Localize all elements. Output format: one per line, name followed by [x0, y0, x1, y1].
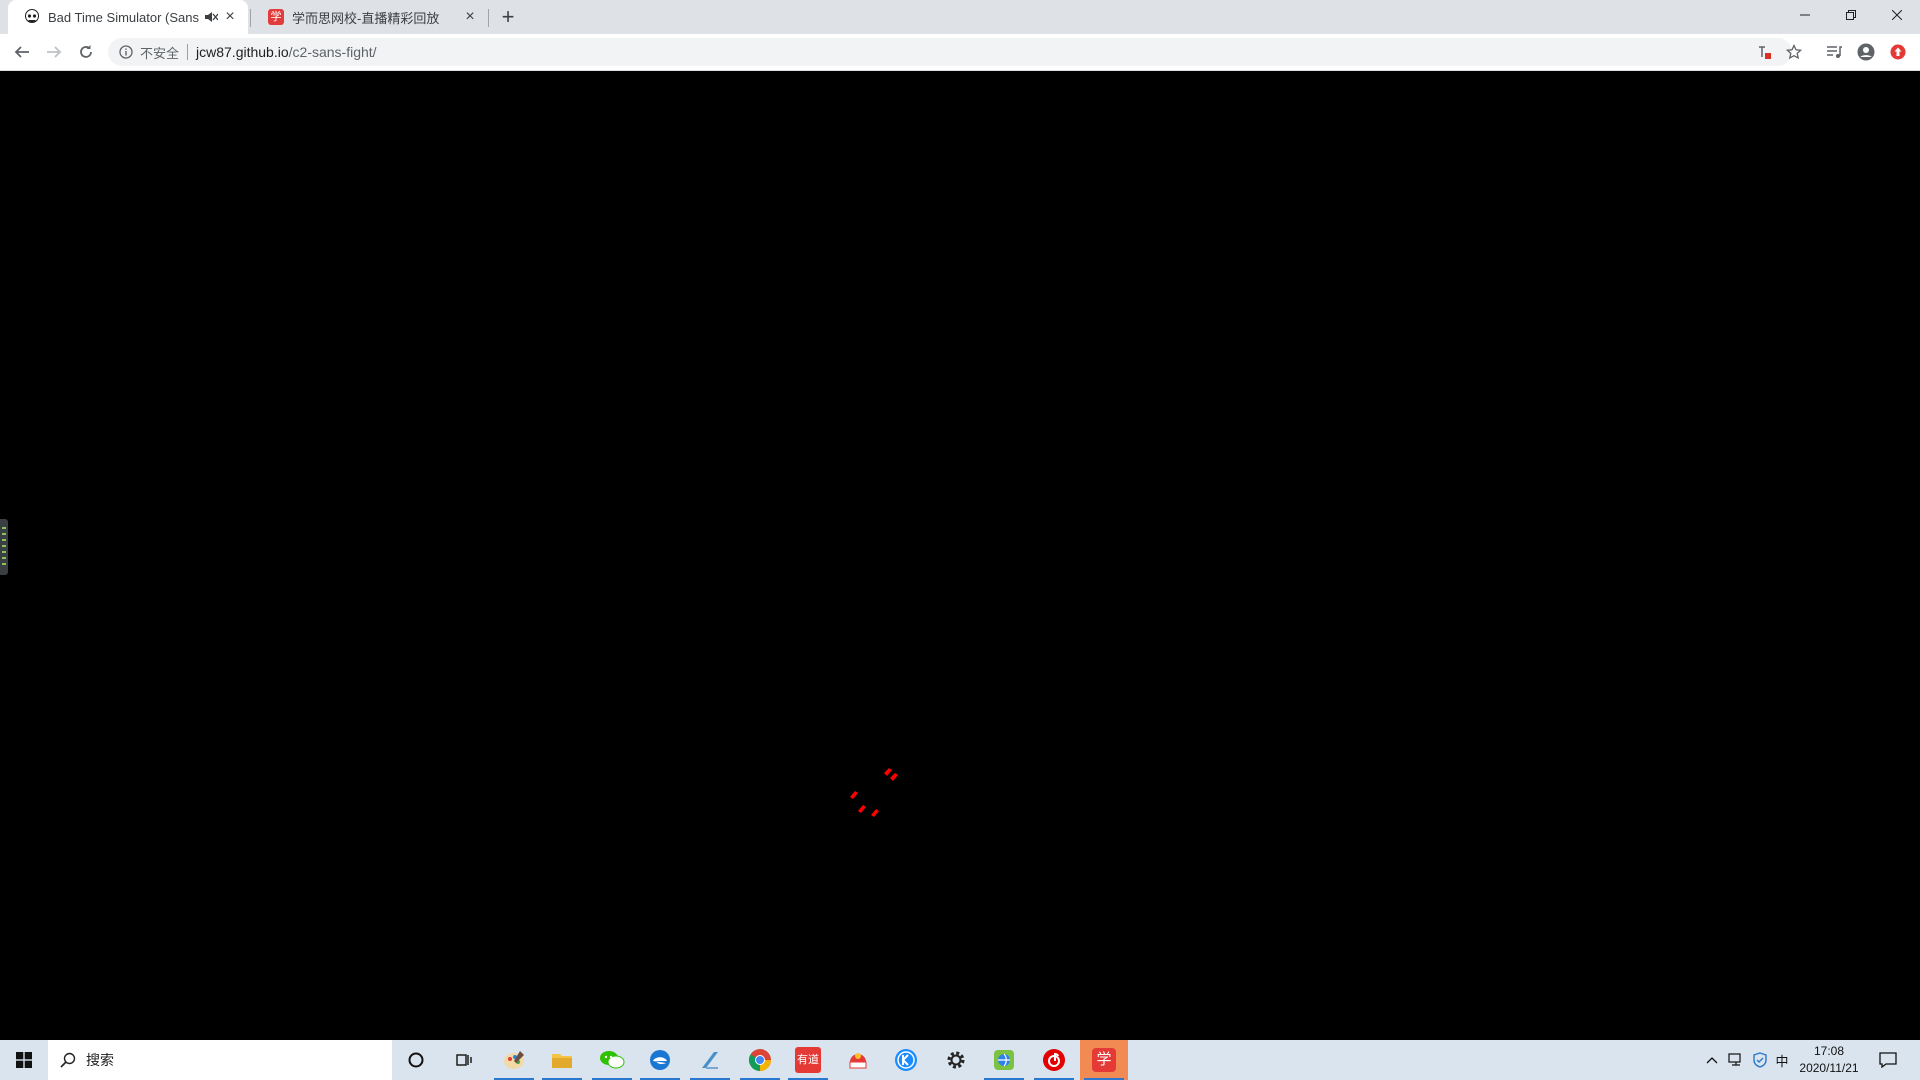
- forward-button[interactable]: [40, 38, 68, 66]
- new-tab-button[interactable]: +: [496, 4, 520, 29]
- search-icon: [60, 1052, 76, 1068]
- netease-music-icon[interactable]: [1030, 1040, 1078, 1080]
- security-label[interactable]: 不安全: [140, 43, 179, 62]
- task-view-icon[interactable]: [440, 1040, 488, 1080]
- youdao-icon[interactable]: 有道: [784, 1040, 832, 1080]
- show-hidden-icons-chevron-icon[interactable]: [1702, 1050, 1722, 1070]
- search-placeholder: 搜索: [86, 1052, 114, 1068]
- xueersi-icon[interactable]: 学: [1080, 1040, 1128, 1080]
- back-button[interactable]: [8, 38, 36, 66]
- game-canvas[interactable]: [0, 71, 1920, 1040]
- muted-audio-icon[interactable]: [204, 10, 219, 24]
- file-explorer-icon[interactable]: [538, 1040, 586, 1080]
- xue-icon: 学: [268, 9, 284, 25]
- settings-icon[interactable]: [932, 1040, 980, 1080]
- bookmark-star-icon[interactable]: [1780, 38, 1808, 66]
- broken-soul-heart: [850, 768, 898, 817]
- site-permission-icon[interactable]: [1750, 38, 1778, 66]
- taskbar-clock[interactable]: 17:08 2020/11/21: [1786, 1043, 1872, 1077]
- start-button[interactable]: [0, 1040, 48, 1080]
- media-control-icon[interactable]: [1820, 38, 1848, 66]
- restore-button[interactable]: [1828, 0, 1874, 30]
- wechat-icon[interactable]: [588, 1040, 636, 1080]
- reload-button[interactable]: [72, 38, 100, 66]
- tab-title: 学而思网校-直播精彩回放: [292, 10, 440, 26]
- tab-strip: Bad Time Simulator (Sans × 学 学而思网校-直播精彩回…: [0, 0, 1920, 34]
- browser-toolbar: 不安全 jcw87.github.io/c2-sans-fight/: [0, 34, 1920, 71]
- close-tab-icon[interactable]: ×: [222, 8, 238, 25]
- soul-shard: [850, 768, 898, 817]
- url-host: jcw87.github.io: [196, 44, 289, 60]
- clock-date: 2020/11/21: [1799, 1061, 1859, 1075]
- extension-icon[interactable]: [1884, 38, 1912, 66]
- tab-xueersi[interactable]: 学 学而思网校-直播精彩回放 ×: [252, 0, 488, 34]
- red-app-icon[interactable]: [834, 1040, 882, 1080]
- profile-avatar-icon[interactable]: [1852, 38, 1880, 66]
- address-bar[interactable]: 不安全 jcw87.github.io/c2-sans-fight/: [108, 38, 1792, 66]
- tab-bad-time-simulator[interactable]: Bad Time Simulator (Sans ×: [8, 0, 248, 34]
- tab-title: Bad Time Simulator (Sans: [48, 9, 200, 25]
- windows-taskbar: 搜索 有道 学 中 17:08 2020/11/21: [0, 1040, 1920, 1080]
- side-panel-handle[interactable]: [0, 519, 8, 575]
- chrome-icon[interactable]: [736, 1040, 784, 1080]
- cortana-icon[interactable]: [392, 1040, 440, 1080]
- notepad-icon[interactable]: [686, 1040, 734, 1080]
- clock-time: 17:08: [1813, 1044, 1845, 1058]
- edge-icon[interactable]: [636, 1040, 684, 1080]
- skull-icon: [24, 9, 40, 25]
- paint-icon[interactable]: [490, 1040, 538, 1080]
- notification-center-icon[interactable]: [1876, 1050, 1900, 1070]
- network-icon[interactable]: [1726, 1050, 1746, 1070]
- globe-app-icon[interactable]: [980, 1040, 1028, 1080]
- security-shield-icon[interactable]: [1750, 1050, 1770, 1070]
- close-window-button[interactable]: [1874, 0, 1920, 30]
- info-icon[interactable]: [118, 44, 134, 60]
- kugou-icon[interactable]: [882, 1040, 930, 1080]
- minimize-button[interactable]: [1782, 0, 1828, 30]
- close-tab-icon[interactable]: ×: [462, 8, 478, 25]
- taskbar-search-box[interactable]: 搜索: [48, 1040, 392, 1080]
- url-path: /c2-sans-fight/: [288, 44, 377, 60]
